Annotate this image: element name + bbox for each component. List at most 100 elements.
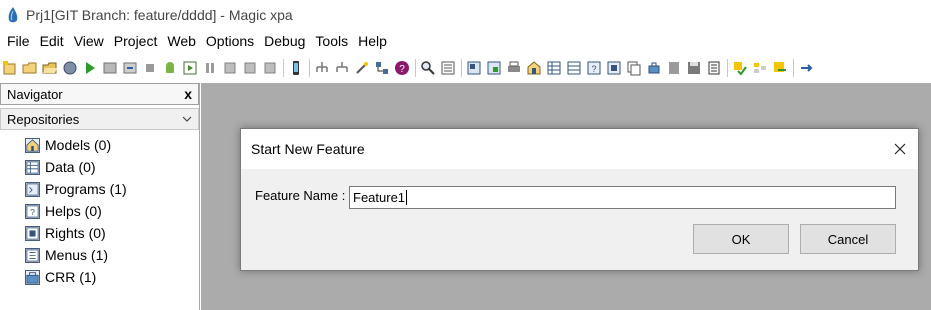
move-icon[interactable] <box>646 60 662 76</box>
export-icon[interactable] <box>102 60 118 76</box>
menu-icon[interactable] <box>606 60 622 76</box>
check-icon[interactable] <box>732 60 748 76</box>
helps-icon: ? <box>25 203 40 219</box>
more-2-icon[interactable] <box>772 60 788 76</box>
table-icon[interactable] <box>566 60 582 76</box>
tree-icon[interactable] <box>374 60 390 76</box>
arrow-right-icon[interactable] <box>798 60 814 76</box>
more-icon[interactable] <box>752 60 768 76</box>
data-icon <box>25 159 40 175</box>
menu-web[interactable]: Web <box>162 33 201 49</box>
new-project-icon[interactable] <box>2 60 18 76</box>
pause-icon[interactable] <box>202 60 218 76</box>
navigator-close-icon[interactable]: x <box>184 86 192 102</box>
menus-icon <box>25 247 40 263</box>
step-icon[interactable] <box>222 60 238 76</box>
toolbar-separator <box>415 59 416 77</box>
rights-icon <box>25 225 40 241</box>
menu-tools[interactable]: Tools <box>310 33 353 49</box>
tree-item-data[interactable]: Data (0) <box>0 156 199 178</box>
menu-options[interactable]: Options <box>201 33 259 49</box>
svg-text:?: ? <box>399 64 405 75</box>
feature-name-input[interactable]: Feature1 <box>349 186 896 209</box>
network-2-icon[interactable] <box>334 60 350 76</box>
svg-text:?: ? <box>30 206 35 216</box>
dialog-titlebar: Start New Feature <box>241 129 918 169</box>
list-icon[interactable] <box>440 60 456 76</box>
tree-item-label: Rights (0) <box>45 225 106 241</box>
repositories-dropdown[interactable]: Repositories <box>0 108 199 130</box>
menu-project[interactable]: Project <box>109 33 163 49</box>
toolbar-separator <box>309 59 310 77</box>
close-icon[interactable] <box>892 141 908 157</box>
dialog-title: Start New Feature <box>251 141 365 157</box>
toolbar: ? ? <box>0 55 931 81</box>
menu-file[interactable]: File <box>2 33 35 49</box>
form-icon[interactable] <box>466 60 482 76</box>
search-icon[interactable] <box>420 60 436 76</box>
start-new-feature-dialog: Start New Feature Feature Name : Feature… <box>240 128 919 271</box>
toolbar-separator <box>793 59 794 77</box>
preview-icon[interactable] <box>182 60 198 76</box>
toolbar-separator <box>283 59 284 77</box>
open-project-icon[interactable] <box>22 60 38 76</box>
report-icon[interactable]: ? <box>586 60 602 76</box>
tree-item-label: Menus (1) <box>45 247 109 263</box>
copy-icon[interactable] <box>626 60 642 76</box>
tree-item-label: Data (0) <box>45 159 96 175</box>
menu-view[interactable]: View <box>69 33 109 49</box>
navigator-header: Navigator x <box>0 83 199 105</box>
tree-item-crr[interactable]: CRR (1) <box>0 266 199 288</box>
form-2-icon[interactable] <box>486 60 502 76</box>
open-folder-icon[interactable] <box>42 60 58 76</box>
svg-text:?: ? <box>591 64 596 74</box>
globe-icon[interactable] <box>62 60 78 76</box>
ok-button[interactable]: OK <box>693 224 789 254</box>
stop-icon[interactable] <box>142 60 158 76</box>
tree-item-rights[interactable]: Rights (0) <box>0 222 199 244</box>
tree-item-models[interactable]: Models (0) <box>0 134 199 156</box>
tree-item-menus[interactable]: Menus (1) <box>0 244 199 266</box>
feature-name-value: Feature1 <box>353 190 406 205</box>
data-icon[interactable] <box>546 60 562 76</box>
text-cursor <box>406 190 408 205</box>
mobile-icon[interactable] <box>288 60 304 76</box>
window-title: Prj1[GIT Branch: feature/dddd] - Magic x… <box>26 7 293 23</box>
repositories-dropdown-value: Repositories <box>7 111 80 127</box>
repository-tree: Models (0) Data (0) Programs (1) ? Helps… <box>0 130 199 288</box>
dialog-body: Feature Name : Feature1 OK Cancel <box>241 169 918 272</box>
tree-item-label: Programs (1) <box>45 181 127 197</box>
menu-debug[interactable]: Debug <box>259 33 310 49</box>
tree-item-label: Helps (0) <box>45 203 102 219</box>
print-icon[interactable] <box>506 60 522 76</box>
toolbar-separator <box>461 59 462 77</box>
navigator-panel: Navigator x Repositories Models (0) Data… <box>0 83 200 310</box>
network-icon[interactable] <box>314 60 330 76</box>
toolbar-separator <box>727 59 728 77</box>
menu-help[interactable]: Help <box>353 33 392 49</box>
magic-xpa-logo-icon <box>8 7 18 23</box>
models-icon <box>25 137 40 153</box>
tree-item-helps[interactable]: ? Helps (0) <box>0 200 199 222</box>
step-over-icon[interactable] <box>242 60 258 76</box>
folder-open-icon[interactable] <box>706 60 722 76</box>
programs-icon <box>25 181 40 197</box>
help-icon[interactable]: ? <box>394 60 410 76</box>
menu-bar: File Edit View Project Web Options Debug… <box>0 30 931 52</box>
menu-edit[interactable]: Edit <box>35 33 69 49</box>
doc-icon[interactable] <box>666 60 682 76</box>
feature-name-label: Feature Name : <box>255 188 346 203</box>
chevron-down-icon <box>182 116 192 122</box>
model-icon[interactable] <box>526 60 542 76</box>
cancel-button[interactable]: Cancel <box>800 224 896 254</box>
tree-item-label: Models (0) <box>45 137 112 153</box>
tree-item-label: CRR (1) <box>45 269 97 285</box>
wand-icon[interactable] <box>354 60 370 76</box>
save-icon[interactable] <box>686 60 702 76</box>
tree-item-programs[interactable]: Programs (1) <box>0 178 199 200</box>
android-icon[interactable] <box>162 60 178 76</box>
step-out-icon[interactable] <box>262 60 278 76</box>
navigator-title: Navigator <box>7 86 63 102</box>
run-icon[interactable] <box>82 60 98 76</box>
import-icon[interactable] <box>122 60 138 76</box>
